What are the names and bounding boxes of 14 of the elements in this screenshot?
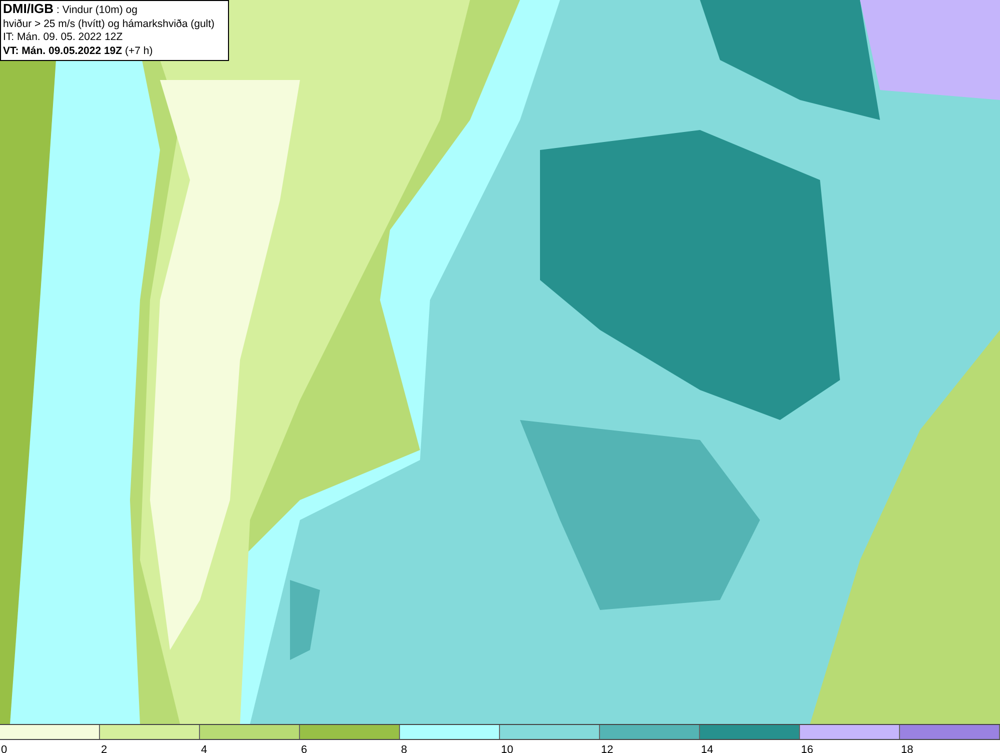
legend-label: 6 [300,744,308,753]
legend-label: 2 [100,744,108,753]
legend-label: 0 [0,744,8,753]
legend-label: 12 [600,744,614,753]
legend-label: 10 [500,744,514,753]
title-line: DMI/IGB : Vindur (10m) og [3,2,138,18]
legend-label: 8 [400,744,408,753]
legend-label: 16 [800,744,814,753]
legend-label: 14 [700,744,714,753]
legend-label: 4 [200,744,208,753]
legend-label: 18 [900,744,914,753]
title-line: hviður > 25 m/s (hvítt) og hámarkshviða (gult) [3,18,216,31]
title-line: VT: Mán. 09.05.2022 19Z (+7 h) [3,44,154,58]
title-line: IT: Mán. 09. 05. 2022 12Z [3,31,124,44]
